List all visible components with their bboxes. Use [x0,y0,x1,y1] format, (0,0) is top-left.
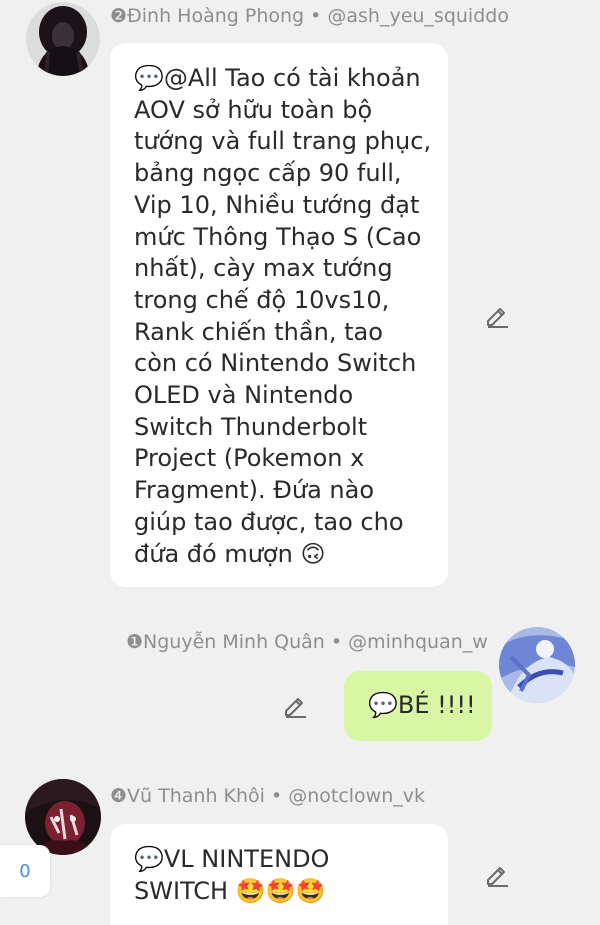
message-line: SWITCH 🤩🤩🤩 [134,876,326,905]
message-bubble-sent[interactable]: 💬BÉ !!!! [344,671,492,741]
message-bubble[interactable]: 💬VL NINTENDO SWITCH 🤩🤩🤩 [110,824,448,925]
sender-name-line: ❹Vũ Thanh Khôi • @notclown_vk [110,785,426,807]
pencil-edit-icon[interactable] [484,302,510,328]
side-count-badge[interactable]: 0 [0,845,50,897]
message-line: 💬VL NINTENDO [134,845,330,873]
message-line: 💬@All Tao có tài khoản [134,64,421,92]
message-line: bảng ngọc cấp 90 full, [134,159,402,188]
sender-name-line: ❶Nguyễn Minh Quân • @minhquan_w [126,631,488,653]
avatar-image [26,2,100,76]
message-line: Project (Pokemon x [134,444,365,473]
sender-name-line: ❷Đinh Hoàng Phong • @ash_yeu_squiddo [110,5,509,27]
avatar-image [25,779,101,855]
message-line: còn có Nintendo Switch [134,349,417,378]
message-line: nhất), cày max tướng [134,254,393,283]
sender-avatar-vu-thanh-khoi[interactable] [25,779,101,855]
message-line: Fragment). Đứa nào [134,476,374,505]
avatar-image [499,627,575,703]
message-line: giúp tao được, tao cho [134,507,404,536]
sender-avatar-nguyen-minh-quan[interactable] [499,627,575,703]
message-bubble[interactable]: 💬@All Tao có tài khoản AOV sở hữu toàn b… [110,43,448,587]
message-line: OLED và Nintendo [134,381,354,410]
message-line: Switch Thunderbolt [134,412,368,441]
message-line: AOV sở hữu toàn bộ [134,95,373,124]
message-line: mức Thông Thạo S (Cao [134,222,422,251]
pencil-edit-icon[interactable] [484,861,510,887]
sender-avatar-dinh-hoang-phong[interactable] [26,2,100,76]
message-line: Vip 10, Nhiều tướng đạt [134,190,420,219]
message-line: trong chế độ 10vs10, [134,285,390,314]
message-line: Rank chiến thần, tao [134,317,383,346]
message-line: 💬BÉ !!!! [368,691,476,719]
message-line: tướng và full trang phục, [134,127,432,156]
pencil-edit-icon[interactable] [282,692,308,718]
message-line: đứa đó mượn 🙃 [134,539,326,568]
badge-count: 0 [19,860,31,882]
